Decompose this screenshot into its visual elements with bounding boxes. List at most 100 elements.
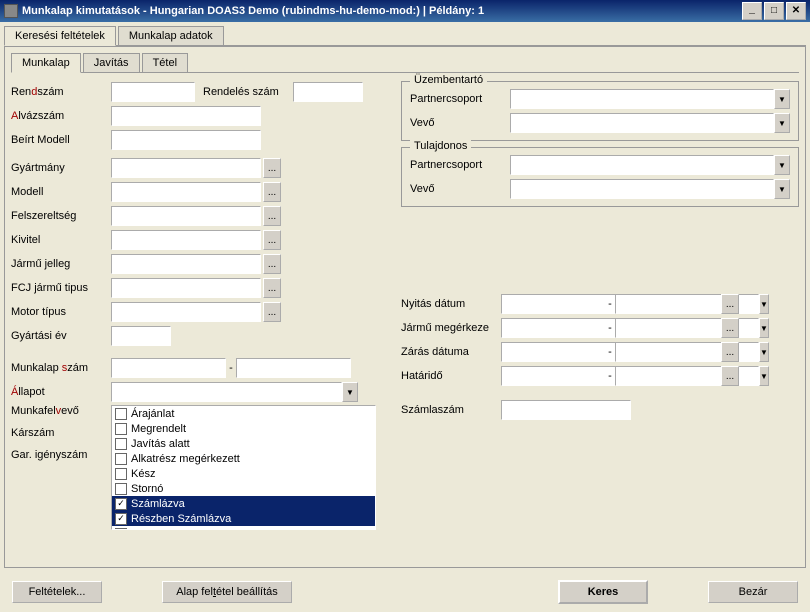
label-munkafelvevo: Munkafelvevő	[11, 405, 111, 427]
list-item-label: Bizonylat nélkül lezárva	[131, 528, 246, 531]
date-zaras-to-dd[interactable]: ▼	[759, 342, 769, 362]
legend-uzembentarto: Üzembentartó	[410, 74, 487, 86]
checkbox-icon[interactable]: ✓	[115, 498, 127, 510]
input-munkalap-szam-to[interactable]	[236, 358, 351, 378]
button-alap-feltetel[interactable]: Alap feltétel beállítás	[162, 581, 292, 603]
button-bezar[interactable]: Bezár	[708, 581, 798, 603]
date-hatarido-to-dd[interactable]: ▼	[759, 366, 769, 386]
left-column: Rendszám Rendelés szám Alvázszám Beírt M…	[11, 81, 381, 532]
list-item[interactable]: Kész	[112, 466, 375, 481]
label-allapot: Állapot	[11, 386, 111, 398]
combo-uz-partnercsoport-dd[interactable]: ▼	[774, 89, 790, 109]
checkbox-icon[interactable]	[115, 408, 127, 420]
list-item[interactable]: Stornó	[112, 481, 375, 496]
list-item-label: Számlázva	[131, 498, 185, 510]
label-partnercsoport-1: Partnercsoport	[410, 93, 510, 105]
lookup-jarmu-jelleg[interactable]: ...	[263, 254, 281, 274]
tab-munkalap-adatok[interactable]: Munkalap adatok	[118, 26, 224, 45]
combo-allapot-dropdown[interactable]: ▼	[342, 382, 358, 402]
minimize-button[interactable]: _	[742, 2, 762, 20]
combo-uz-vevo[interactable]	[510, 113, 774, 133]
label-alvazszam: Alvázszám	[11, 110, 111, 122]
label-motor: Motor típus	[11, 306, 111, 318]
checkbox-icon[interactable]	[115, 528, 127, 531]
lookup-nyitas[interactable]: ...	[721, 294, 739, 314]
close-button[interactable]: ✕	[786, 2, 806, 20]
list-item[interactable]: Javítás alatt	[112, 436, 375, 451]
allapot-listbox[interactable]: ÁrajánlatMegrendelt Javítás alatt Alkatrés…	[111, 405, 376, 530]
fieldset-tulajdonos: Tulajdonos Partnercsoport ▼ Vevő ▼	[401, 147, 799, 207]
label-vevo-1: Vevő	[410, 117, 510, 129]
tab-keresesi-feltetelek[interactable]: Keresési feltételek	[4, 26, 116, 46]
label-gyartasi-ev: Gyártási év	[11, 330, 111, 342]
input-modell[interactable]	[111, 182, 261, 202]
lookup-zaras[interactable]: ...	[721, 342, 739, 362]
combo-tu-partnercsoport[interactable]	[510, 155, 774, 175]
lookup-fcj[interactable]: ...	[263, 278, 281, 298]
input-gyartmany[interactable]	[111, 158, 261, 178]
label-jarmu-jelleg: Jármű jelleg	[11, 258, 111, 270]
lookup-hatarido[interactable]: ...	[721, 366, 739, 386]
lookup-jm[interactable]: ...	[721, 318, 739, 338]
list-item[interactable]: ✓ Részben Számlázva	[112, 511, 375, 526]
combo-tu-partnercsoport-dd[interactable]: ▼	[774, 155, 790, 175]
tab-munkalap[interactable]: Munkalap	[11, 53, 81, 73]
date-jm-to-dd[interactable]: ▼	[759, 318, 769, 338]
lookup-gyartmany[interactable]: ...	[263, 158, 281, 178]
button-feltetelek[interactable]: Feltételek...	[12, 581, 102, 603]
tab-tetel[interactable]: Tétel	[142, 53, 188, 72]
checkbox-icon[interactable]: ✓	[115, 513, 127, 525]
combo-uz-vevo-dd[interactable]: ▼	[774, 113, 790, 133]
label-fcj: FCJ jármű tipus	[11, 282, 111, 294]
input-rendeles-szam[interactable]	[293, 82, 363, 102]
inner-tabs: Munkalap Javítás Tétel	[11, 53, 799, 73]
lookup-kivitel[interactable]: ...	[263, 230, 281, 250]
list-item[interactable]: ✓ Számlázva	[112, 496, 375, 511]
checkbox-icon[interactable]	[115, 483, 127, 495]
input-szamlaszam[interactable]	[501, 400, 631, 420]
label-beirt-modell: Beírt Modell	[11, 134, 111, 146]
checkbox-icon[interactable]	[115, 438, 127, 450]
button-keres[interactable]: Keres	[558, 580, 648, 604]
list-item[interactable]: Bizonylat nélkül lezárva	[112, 526, 375, 530]
list-item-label: Részben Számlázva	[131, 513, 231, 525]
combo-allapot[interactable]	[111, 382, 342, 402]
list-item-label: Alkatrész megérkezett	[131, 453, 240, 465]
fieldset-uzembentarto: Üzembentartó Partnercsoport ▼ Vevő ▼	[401, 81, 799, 141]
tab-javitas[interactable]: Javítás	[83, 53, 140, 72]
label-szamlaszam: Számlaszám	[401, 404, 501, 416]
list-item[interactable]: Árajánlat	[112, 406, 375, 421]
input-munkalap-szam-from[interactable]	[111, 358, 226, 378]
list-item-label: Árajánlat	[131, 408, 174, 420]
input-jarmu-jelleg[interactable]	[111, 254, 261, 274]
dash-sep: -	[226, 362, 236, 374]
checkbox-icon[interactable]	[115, 423, 127, 435]
list-item-label: Stornó	[131, 483, 163, 495]
list-item[interactable]: Alkatrész megérkezett	[112, 451, 375, 466]
input-beirt-modell[interactable]	[111, 130, 261, 150]
label-munkalap-szam: Munkalap szám	[11, 362, 111, 374]
list-item[interactable]: Megrendelt	[112, 421, 375, 436]
lookup-modell[interactable]: ...	[263, 182, 281, 202]
maximize-button[interactable]: □	[764, 2, 784, 20]
date-nyitas-to-dd[interactable]: ▼	[759, 294, 769, 314]
combo-uz-partnercsoport[interactable]	[510, 89, 774, 109]
label-partnercsoport-2: Partnercsoport	[410, 159, 510, 171]
input-motor[interactable]	[111, 302, 261, 322]
input-kivitel[interactable]	[111, 230, 261, 250]
input-alvazszam[interactable]	[111, 106, 261, 126]
checkbox-icon[interactable]	[115, 453, 127, 465]
combo-tu-vevo[interactable]	[510, 179, 774, 199]
checkbox-icon[interactable]	[115, 468, 127, 480]
combo-tu-vevo-dd[interactable]: ▼	[774, 179, 790, 199]
lookup-motor[interactable]: ...	[263, 302, 281, 322]
input-felszereltseg[interactable]	[111, 206, 261, 226]
lookup-felszereltseg[interactable]: ...	[263, 206, 281, 226]
list-item-label: Javítás alatt	[131, 438, 190, 450]
label-hatarido: Határidő	[401, 370, 501, 382]
right-column: Üzembentartó Partnercsoport ▼ Vevő ▼ Tul…	[401, 81, 799, 532]
input-fcj[interactable]	[111, 278, 261, 298]
input-gyartasi-ev[interactable]	[111, 326, 171, 346]
label-gyartmany: Gyártmány	[11, 162, 111, 174]
input-rendszam[interactable]	[111, 82, 195, 102]
